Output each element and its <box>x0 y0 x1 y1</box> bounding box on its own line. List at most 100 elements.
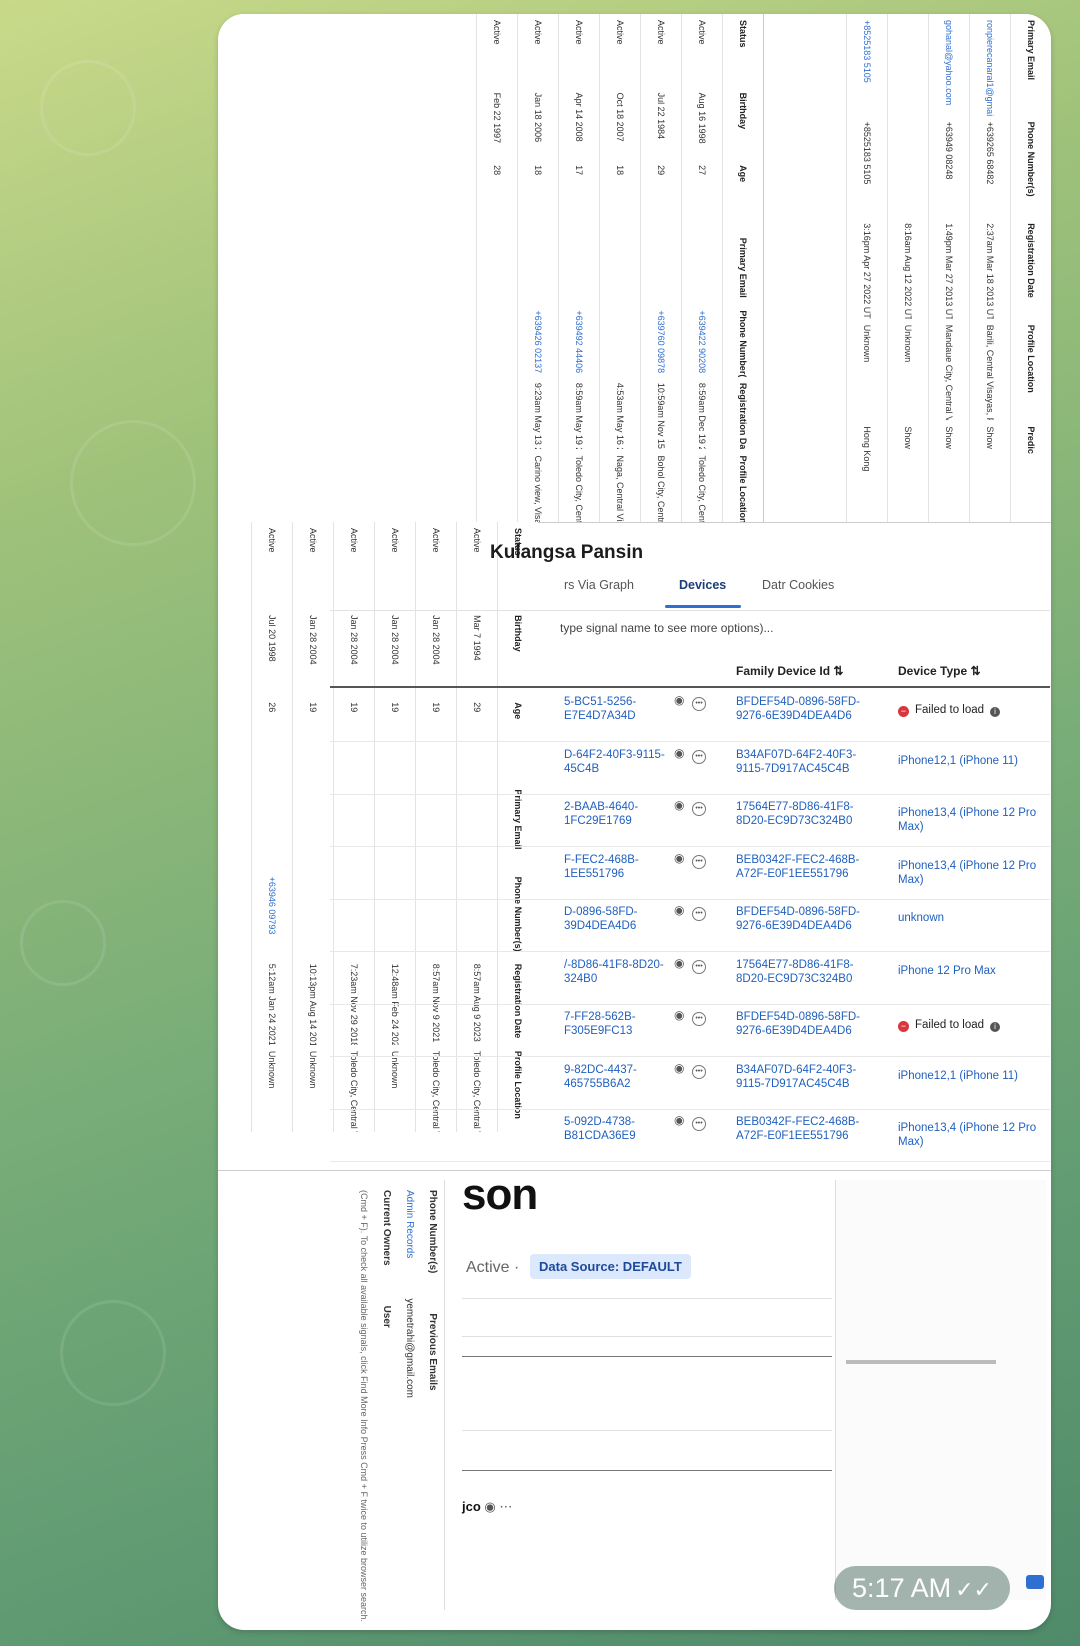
eye-icon[interactable]: ◉ <box>674 1008 684 1022</box>
column-header-device-type[interactable]: Device Type ⇅ <box>898 664 981 678</box>
family-device-id-link[interactable]: BEB0342F-FEC2-468B- <box>736 853 876 867</box>
family-device-id-link-line2[interactable]: A72F-E0F1EE551796 <box>736 867 876 881</box>
family-device-id-link-line2[interactable]: 9276-6E39D4DEA4D6 <box>736 709 876 723</box>
eye-icon[interactable]: ◉ <box>674 746 684 760</box>
table-cell[interactable]: +639422 90208 <box>697 304 707 377</box>
eye-icon[interactable]: ◉ <box>674 1061 684 1075</box>
device-type-link[interactable]: iPhone13,4 (iPhone 12 Pro Max) <box>898 859 1048 887</box>
device-id-link[interactable]: 2-BAAB-4640- <box>564 800 674 814</box>
family-device-id-link-line2[interactable]: 9276-6E39D4DEA4D6 <box>736 919 876 933</box>
scrollbar[interactable] <box>846 1360 996 1364</box>
device-id-link-line2[interactable]: E7E4D7A34D <box>564 709 674 723</box>
table-cell[interactable]: gohanal@yahoo.com <box>944 14 954 116</box>
device-id-link-line2[interactable]: 45C4B <box>564 762 674 776</box>
family-device-id-link[interactable]: 17564E77-8D86-41F8- <box>736 958 876 972</box>
family-device-id-link[interactable]: B34AF07D-64F2-40F3- <box>736 1063 876 1077</box>
column-header[interactable]: Birthday <box>513 609 523 696</box>
device-id-link[interactable]: F-FEC2-468B- <box>564 853 674 867</box>
table-cell[interactable]: +8525183 5105 <box>862 14 872 116</box>
device-id-link-line2[interactable]: 465755B6A2 <box>564 1077 674 1091</box>
column-header[interactable]: Status <box>738 14 748 87</box>
more-options-icon[interactable]: ••• <box>692 802 706 816</box>
blue-button[interactable] <box>1026 1575 1044 1589</box>
info-icon[interactable]: i <box>990 1022 1001 1032</box>
sort-icon[interactable]: ⇅ <box>971 664 981 678</box>
family-device-id-link[interactable]: BFDEF54D-0896-58FD- <box>736 905 876 919</box>
column-header[interactable]: Phone Number(s) <box>1026 116 1036 218</box>
more-options-icon[interactable]: ••• <box>692 1012 706 1026</box>
admin-records-link[interactable]: Admin Records <box>404 1190 415 1258</box>
eye-icon[interactable]: ◉ <box>674 851 684 865</box>
more-options-icon[interactable]: ••• <box>692 959 706 974</box>
device-type-link[interactable]: iPhone12,1 (iPhone 11) <box>898 1069 1048 1083</box>
device-id-link[interactable]: 7-FF28-562B- <box>564 1010 674 1024</box>
column-header[interactable]: Birthday <box>738 87 748 160</box>
table-cell[interactable]: ronpierecanaral1@gmail.co <box>985 14 995 116</box>
device-type-link[interactable]: iPhone13,4 (iPhone 12 Pro Max) <box>898 806 1048 834</box>
eye-icon[interactable]: ◉ <box>674 903 684 917</box>
family-device-id-link[interactable]: BFDEF54D-0896-58FD- <box>736 1010 876 1024</box>
device-id-link[interactable]: 5-BC51-5256- <box>564 695 674 709</box>
device-id-link[interactable]: D-64F2-40F3-9115- <box>564 748 674 762</box>
device-type-link[interactable]: iPhone13,4 (iPhone 12 Pro Max) <box>898 1121 1048 1149</box>
table-cell[interactable]: +639426 02137 <box>533 304 543 377</box>
device-id-link[interactable]: 9-82DC-4437- <box>564 1063 674 1077</box>
family-device-id-link-line2[interactable]: 9276-6E39D4DEA4D6 <box>736 1024 876 1038</box>
tab-graph[interactable]: rs Via Graph <box>564 578 634 592</box>
table-cell[interactable]: +639492 44406 <box>574 304 584 377</box>
table-cell[interactable]: +639760 09878 <box>656 304 666 377</box>
device-id-link[interactable]: /-8D86-41F8-8D20- <box>564 958 674 972</box>
more-options-icon[interactable]: ••• <box>692 1064 706 1079</box>
eye-icon[interactable]: ◉ <box>674 693 684 707</box>
column-header[interactable]: Registration Date <box>738 377 748 450</box>
device-id-link-line2[interactable]: 324B0 <box>564 972 674 986</box>
eye-icon[interactable]: ◉ <box>674 798 684 812</box>
device-id-link[interactable]: D-0896-58FD- <box>564 905 674 919</box>
current-owners-label[interactable]: Current Owners <box>381 1190 392 1266</box>
signal-search-hint[interactable]: type signal name to see more options)... <box>560 621 773 635</box>
device-id-link-line2[interactable]: B81CDA36E9 <box>564 1129 674 1143</box>
family-device-id-link[interactable]: BFDEF54D-0896-58FD- <box>736 695 876 709</box>
column-header[interactable]: Phone Number(s) <box>738 304 748 377</box>
family-device-id-link-line2[interactable]: 8D20-EC9D73C324B0 <box>736 972 876 986</box>
device-id-link[interactable]: 5-092D-4738- <box>564 1115 674 1129</box>
more-options-icon[interactable]: ••• <box>692 697 706 711</box>
device-id-link-line2[interactable]: 1EE551796 <box>564 867 674 881</box>
more-options-icon[interactable]: ••• <box>692 1117 706 1131</box>
sort-icon[interactable]: ⇅ <box>833 664 843 678</box>
column-header[interactable]: Primary Email <box>1026 14 1036 116</box>
device-id-link-line2[interactable]: 1FC29E1769 <box>564 814 674 828</box>
family-device-id-link-line2[interactable]: A72F-E0F1EE551796 <box>736 1129 876 1143</box>
device-type-link[interactable]: iPhone12,1 (iPhone 11) <box>898 754 1048 768</box>
table-cell: 9:23am May 13 2011 UTC+00:00 <box>533 382 543 450</box>
tab-devices[interactable]: Devices <box>679 578 726 592</box>
column-header[interactable]: Profile Location <box>1026 319 1036 421</box>
device-id-link-line2[interactable]: F305E9FC13 <box>564 1024 674 1038</box>
family-device-id-link-line2[interactable]: 9115-7D917AC45C4B <box>736 1077 876 1091</box>
family-device-id-link[interactable]: B34AF07D-64F2-40F3- <box>736 748 876 762</box>
column-header[interactable]: Primary Email <box>738 232 748 305</box>
column-header[interactable]: Age <box>738 159 748 232</box>
more-options-icon[interactable]: ••• <box>692 854 706 869</box>
family-device-id-link[interactable]: BEB0342F-FEC2-468B- <box>736 1115 876 1129</box>
family-device-id-link-line2[interactable]: 9115-7D917AC45C4B <box>736 762 876 776</box>
eye-icon[interactable]: ◉ <box>484 1499 495 1514</box>
more-options-icon[interactable]: ••• <box>692 907 706 921</box>
eye-icon[interactable]: ◉ <box>674 1113 684 1127</box>
device-type-link[interactable]: iPhone 12 Pro Max <box>898 964 1048 978</box>
column-header[interactable]: Predic <box>1026 420 1036 522</box>
more-options-icon[interactable]: ••• <box>692 749 706 764</box>
column-header-family-device-id[interactable]: Family Device Id ⇅ <box>736 664 843 678</box>
device-type-link[interactable]: unknown <box>898 911 1048 925</box>
family-device-id-link[interactable]: 17564E77-8D86-41F8- <box>736 800 876 814</box>
info-icon[interactable]: i <box>990 707 1001 717</box>
table-cell[interactable]: +63946 09793 <box>267 871 277 958</box>
device-id-link-line2[interactable]: 39D4DEA4D6 <box>564 919 674 933</box>
table-row: Active Feb 22 1997 28 <box>476 14 517 522</box>
more-options-icon[interactable]: ⋯ <box>499 1499 512 1514</box>
tab-datr-cookies[interactable]: Datr Cookies <box>762 578 834 592</box>
column-header[interactable]: Registration Date <box>1026 217 1036 319</box>
family-device-id-link-line2[interactable]: 8D20-EC9D73C324B0 <box>736 814 876 828</box>
column-header[interactable]: Profile Location <box>738 449 748 522</box>
eye-icon[interactable]: ◉ <box>674 956 684 970</box>
